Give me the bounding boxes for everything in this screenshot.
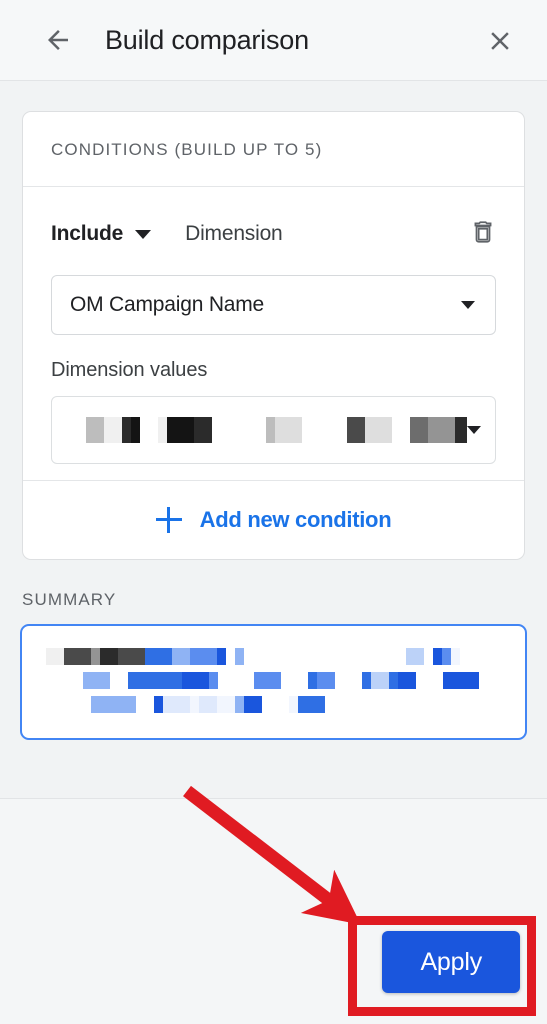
dialog-footer: Apply	[0, 798, 547, 1024]
redacted-summary-line	[46, 672, 501, 689]
dialog-body: CONDITIONS (BUILD UP TO 5) Include Dimen…	[0, 81, 547, 798]
back-button[interactable]	[35, 17, 81, 63]
summary-box	[20, 624, 527, 740]
arrow-left-icon	[48, 30, 68, 50]
chevron-down-icon	[461, 301, 475, 309]
summary-section-label: SUMMARY	[22, 590, 117, 609]
conditions-section-title: CONDITIONS (BUILD UP TO 5)	[23, 112, 524, 187]
chevron-down-icon	[135, 229, 152, 239]
chevron-down-icon	[467, 426, 481, 434]
redacted-summary-line	[46, 696, 501, 713]
match-type-label: Include	[51, 222, 124, 245]
redacted-dimension-values	[68, 417, 467, 443]
apply-button[interactable]: Apply	[382, 931, 520, 993]
dimension-values-label: Dimension values	[51, 359, 208, 381]
close-button[interactable]	[477, 18, 523, 64]
delete-condition-button[interactable]	[470, 218, 496, 251]
page-title: Build comparison	[105, 24, 309, 55]
target-type-label: Dimension	[185, 222, 283, 245]
dimension-values-field[interactable]	[51, 396, 496, 464]
redacted-summary-text	[46, 648, 501, 720]
conditions-card: CONDITIONS (BUILD UP TO 5) Include Dimen…	[22, 111, 525, 560]
condition-row-1: Include Dimension OM Campaign Name Dimen…	[23, 187, 524, 480]
condition-controls: Include Dimension	[51, 213, 496, 255]
dimension-select-value: OM Campaign Name	[70, 293, 265, 316]
add-new-condition-button[interactable]: Add new condition	[23, 480, 524, 559]
redacted-summary-line	[46, 648, 501, 665]
plus-icon	[155, 507, 182, 533]
add-new-condition-label: Add new condition	[199, 507, 392, 532]
match-type-dropdown[interactable]: Include	[51, 222, 152, 246]
dimension-select[interactable]: OM Campaign Name	[51, 275, 496, 335]
dialog-header: Build comparison	[0, 0, 547, 81]
close-icon	[491, 32, 509, 50]
trash-icon	[474, 220, 492, 243]
